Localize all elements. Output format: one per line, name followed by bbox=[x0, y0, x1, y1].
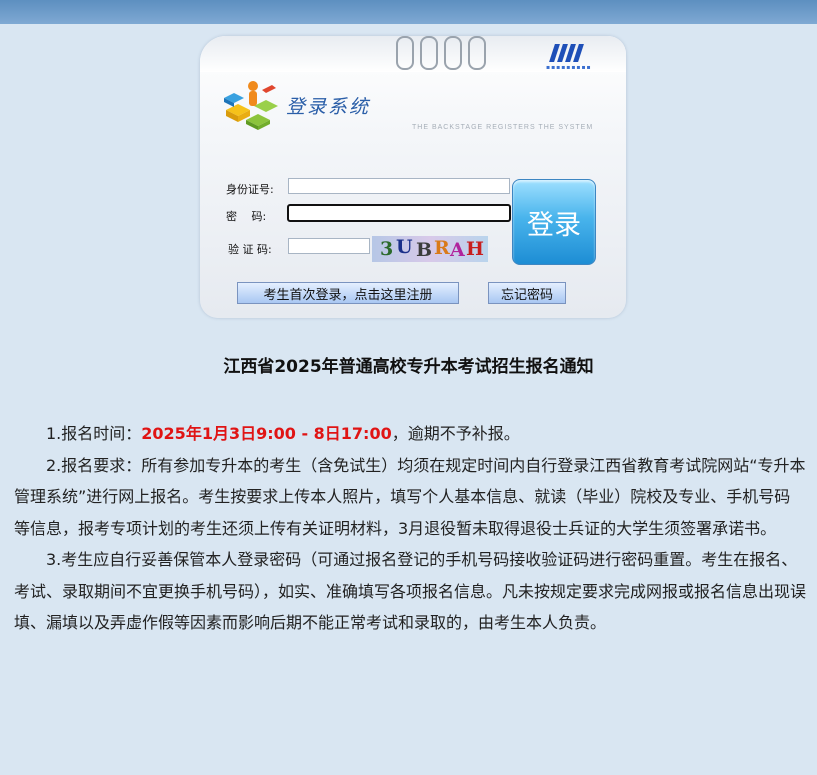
system-subtitle: THE BACKSTAGE REGISTERS THE SYSTEM bbox=[412, 124, 594, 131]
id-number-label: 身份证号: bbox=[226, 183, 274, 196]
top-banner-bar bbox=[0, 0, 817, 24]
system-title: 登录系统 bbox=[286, 96, 371, 118]
captcha-image[interactable]: 3 U B R A H bbox=[372, 236, 488, 262]
notice-item-1-suffix: ，逾期不予补报。 bbox=[391, 424, 520, 443]
notice-body: 1.报名时间：2025年1月3日9:00 - 8日17:00，逾期不予补报。 2… bbox=[14, 418, 806, 639]
forgot-password-button[interactable]: 忘记密码 bbox=[488, 282, 566, 304]
system-logo-icon bbox=[224, 81, 278, 130]
password-input[interactable] bbox=[287, 204, 511, 222]
registration-time: 2025年1月3日9:00 - 8日17:00 bbox=[141, 424, 392, 443]
password-label: 密 码: bbox=[226, 210, 267, 223]
register-button[interactable]: 考生首次登录，点击这里注册 bbox=[237, 282, 459, 304]
notice-item-1-prefix: 1.报名时间： bbox=[46, 424, 142, 443]
id-number-input[interactable] bbox=[288, 178, 510, 194]
binder-rings-decoration bbox=[396, 34, 506, 70]
notice-item-3: 3.考生应自行妥善保管本人登录密码（可通过报名登记的手机号码接收验证码进行密码重… bbox=[14, 550, 807, 632]
captcha-input[interactable] bbox=[288, 238, 370, 254]
captcha-text-char: H bbox=[466, 238, 484, 260]
captcha-label: 验 证 码: bbox=[228, 243, 272, 256]
captcha-text-char: R bbox=[434, 237, 450, 259]
notice-item-2: 2.报名要求：所有参加专升本的考生（含免试生）均须在规定时间内自行登录江西省教育… bbox=[14, 455, 806, 538]
captcha-text-char: A bbox=[450, 239, 465, 261]
login-panel: ▪▪▪▪▪▪▪▪▪ 登录系统 THE BACKSTAGE REGISTERS T… bbox=[200, 36, 626, 318]
captcha-text-char: B bbox=[416, 239, 433, 261]
captcha-text-char: U bbox=[396, 236, 413, 258]
stripes-decoration: ▪▪▪▪▪▪▪▪▪ bbox=[546, 42, 596, 71]
notice-title: 江西省2025年普通高校专升本考试招生报名通知 bbox=[223, 357, 594, 377]
notice-item-1: 1.报名时间：2025年1月3日9:00 - 8日17:00，逾期不予补报。 bbox=[14, 418, 806, 450]
captcha-text-char: 3 bbox=[380, 238, 394, 260]
login-button[interactable]: 登录 bbox=[512, 179, 596, 265]
